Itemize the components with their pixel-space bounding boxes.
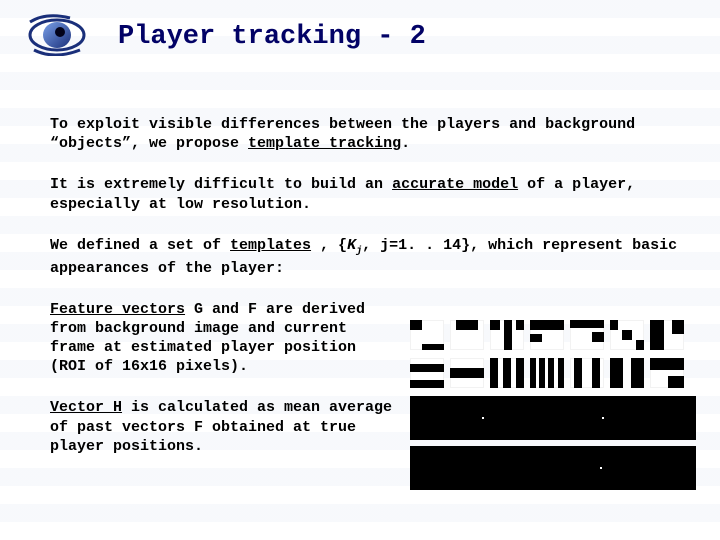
underline-term: accurate model xyxy=(392,176,518,193)
underline-term: templates xyxy=(230,237,311,254)
template-thumb xyxy=(530,320,564,350)
equation-h-bar xyxy=(410,446,696,490)
template-thumb xyxy=(450,320,484,350)
eye-logo-icon xyxy=(26,14,88,56)
underline-term: Feature vectors xyxy=(50,301,185,318)
template-thumb xyxy=(650,320,684,350)
equation-gf-bar xyxy=(410,396,696,440)
template-thumb xyxy=(610,320,644,350)
text: . xyxy=(401,135,410,152)
text: , j=1. . 14 xyxy=(362,237,461,254)
slide: Player tracking - 2 To exploit visible d… xyxy=(0,0,720,540)
underline-term: template tracking xyxy=(248,135,401,152)
template-thumb xyxy=(570,358,604,388)
template-thumb xyxy=(610,358,644,388)
paragraph-5: Vector H is calculated as mean average o… xyxy=(50,398,395,456)
template-thumb xyxy=(450,358,484,388)
text: It is extremely difficult to build an xyxy=(50,176,392,193)
template-thumb xyxy=(570,320,604,350)
text: , { xyxy=(311,237,347,254)
math-symbol: K xyxy=(347,237,356,254)
paragraph-4: Feature vectors G and F are derived from… xyxy=(50,300,395,377)
slide-title: Player tracking - 2 xyxy=(118,22,426,52)
template-thumb xyxy=(410,320,444,350)
template-thumb xyxy=(650,358,684,388)
paragraph-3: We defined a set of templates , {Kj, j=1… xyxy=(50,236,680,278)
underline-term: Vector H xyxy=(50,399,122,416)
template-thumb xyxy=(410,358,444,388)
template-row xyxy=(410,320,700,350)
template-thumb xyxy=(490,320,524,350)
template-thumb xyxy=(490,358,524,388)
paragraph-2: It is extremely difficult to build an ac… xyxy=(50,175,680,213)
template-thumb xyxy=(530,358,564,388)
templates-panel xyxy=(410,320,700,490)
text: We defined a set of xyxy=(50,237,230,254)
template-row xyxy=(410,358,700,388)
paragraph-1: To exploit visible differences between t… xyxy=(50,115,680,153)
